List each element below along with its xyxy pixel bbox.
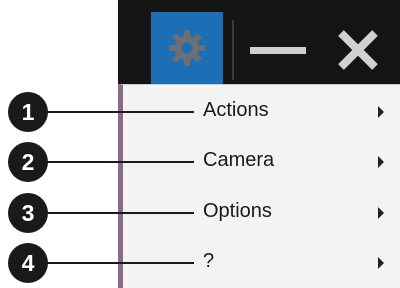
minimize-icon: [250, 47, 306, 54]
close-button[interactable]: [326, 18, 390, 82]
callout-leader-line: [44, 161, 194, 163]
callout-badge: 1: [8, 92, 48, 132]
settings-menu: Actions Camera Options ?: [118, 84, 400, 288]
submenu-arrow-icon: [378, 106, 384, 118]
submenu-arrow-icon: [378, 257, 384, 269]
callout-leader-line: [44, 111, 194, 113]
gear-icon: [169, 30, 205, 66]
menu-item-label: Options: [203, 200, 272, 222]
submenu-arrow-icon: [378, 207, 384, 219]
minimize-button[interactable]: [244, 20, 312, 80]
callout-badge: 4: [8, 243, 48, 283]
menu-item-label: ?: [203, 250, 215, 272]
settings-button[interactable]: [151, 12, 223, 84]
callout-badge: 3: [8, 193, 48, 233]
titlebar-separator: [232, 20, 234, 80]
menu-item-label: Camera: [203, 149, 275, 171]
callout-leader-line: [44, 262, 194, 264]
callout-badge: 2: [8, 142, 48, 182]
close-icon: [338, 30, 378, 70]
callout-leader-line: [44, 212, 194, 214]
submenu-arrow-icon: [378, 156, 384, 168]
menu-item-label: Actions: [203, 99, 269, 121]
